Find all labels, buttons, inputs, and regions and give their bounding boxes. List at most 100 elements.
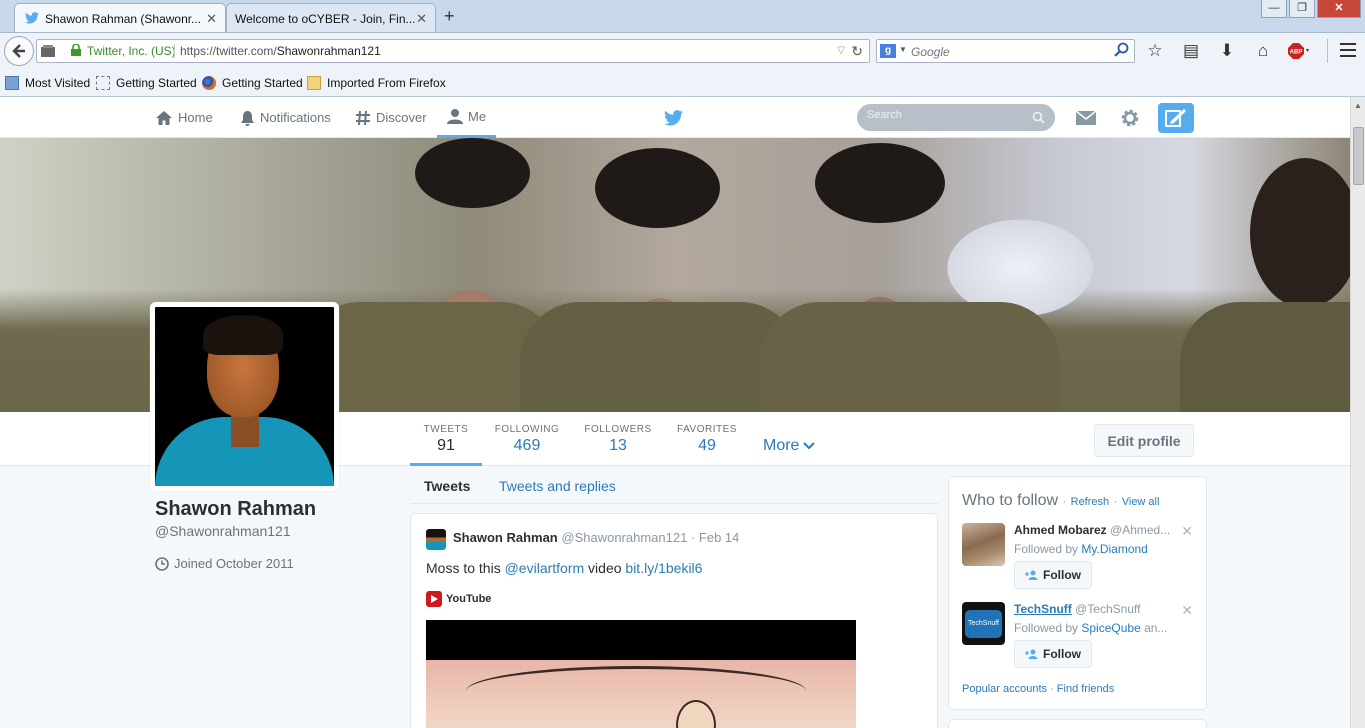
most-visited-icon bbox=[5, 76, 19, 90]
bookmark-most-visited[interactable]: Most Visited bbox=[5, 76, 90, 90]
window-controls: — ❐ ✕ bbox=[1261, 0, 1361, 18]
bookmarks-toolbar: Most Visited Getting Started Getting Sta… bbox=[0, 68, 1365, 97]
follow-button[interactable]: Follow bbox=[1014, 640, 1092, 668]
tweet-author-name[interactable]: Shawon Rahman bbox=[453, 530, 558, 545]
dismiss-icon[interactable]: ✕ bbox=[1181, 602, 1193, 619]
browser-navigation-bar: Twitter, Inc. (US) https://twitter.com/S… bbox=[0, 33, 1365, 68]
close-window-button[interactable]: ✕ bbox=[1317, 0, 1361, 18]
tweet-date[interactable]: Feb 14 bbox=[699, 530, 739, 545]
view-all-link[interactable]: View all bbox=[1122, 496, 1160, 508]
bookmark-star-icon[interactable]: ☆ bbox=[1144, 40, 1166, 62]
profile-avatar[interactable] bbox=[150, 302, 339, 491]
profile-handle[interactable]: @Shawonrahman121 bbox=[155, 523, 291, 539]
bookmark-imported-folder[interactable]: Imported From Firefox bbox=[307, 76, 446, 90]
twitter-bird-icon bbox=[25, 12, 39, 24]
search-icon[interactable] bbox=[1032, 111, 1045, 124]
tab-title: Shawon Rahman (Shawonr... bbox=[45, 12, 202, 26]
restore-button[interactable]: ❐ bbox=[1289, 0, 1315, 18]
new-tab-button[interactable]: + bbox=[444, 6, 455, 27]
svg-text:ABP: ABP bbox=[1290, 50, 1303, 56]
tab-close-icon[interactable]: ✕ bbox=[206, 11, 217, 27]
nav-notifications[interactable]: Notifications bbox=[240, 97, 331, 138]
bookmark-getting-started-1[interactable]: Getting Started bbox=[96, 76, 197, 90]
url-text[interactable]: https://twitter.com/Shawonrahman121 bbox=[180, 40, 381, 62]
scrollbar-thumb[interactable] bbox=[1353, 127, 1364, 185]
followed-by-link[interactable]: My.Diamond bbox=[1081, 542, 1147, 556]
settings-gear-icon[interactable] bbox=[1119, 107, 1141, 129]
tweet-url-link[interactable]: bit.ly/1bekil6 bbox=[625, 560, 702, 576]
firefox-icon bbox=[202, 76, 216, 90]
suggestion-handle[interactable]: @Ahmed... bbox=[1110, 523, 1170, 537]
engine-dropdown-icon[interactable]: ▼ bbox=[899, 45, 907, 54]
back-button[interactable] bbox=[4, 36, 34, 66]
tab-tweets-and-replies[interactable]: Tweets and replies bbox=[499, 478, 616, 494]
browser-search-input[interactable] bbox=[911, 43, 1111, 60]
clock-icon bbox=[155, 556, 169, 571]
tab-tweets[interactable]: Tweets bbox=[424, 478, 470, 494]
media-source[interactable]: YouTube bbox=[426, 591, 491, 607]
site-identity-label[interactable]: Twitter, Inc. (US) bbox=[87, 40, 176, 62]
nav-home[interactable]: Home bbox=[155, 97, 213, 138]
bookmark-getting-started-2[interactable]: Getting Started bbox=[202, 76, 303, 90]
popular-accounts-link[interactable]: Popular accounts bbox=[962, 683, 1047, 695]
find-friends-link[interactable]: Find friends bbox=[1057, 683, 1114, 695]
browser-search-box[interactable]: g ▼ bbox=[876, 39, 1135, 63]
browser-tab-bar: Shawon Rahman (Shawonr... ✕ Welcome to o… bbox=[0, 0, 1365, 33]
tab-title: Welcome to oCYBER - Join, Fin... bbox=[235, 12, 416, 26]
profile-name[interactable]: Shawon Rahman bbox=[155, 498, 316, 521]
nav-me[interactable]: Me bbox=[437, 97, 497, 138]
suggestion-avatar[interactable] bbox=[962, 523, 1005, 566]
lock-icon bbox=[71, 44, 81, 56]
minimize-button[interactable]: — bbox=[1261, 0, 1287, 18]
suggestion-handle[interactable]: @TechSnuff bbox=[1075, 602, 1140, 616]
refresh-link[interactable]: Refresh bbox=[1071, 496, 1110, 508]
suggestion-name[interactable]: TechSnuff bbox=[1014, 602, 1072, 616]
compose-tweet-button[interactable] bbox=[1158, 103, 1194, 133]
twitter-logo-icon[interactable] bbox=[664, 110, 683, 126]
dismiss-icon[interactable]: ✕ bbox=[1181, 523, 1193, 540]
google-engine-icon[interactable]: g bbox=[880, 44, 896, 58]
add-user-icon bbox=[1025, 570, 1038, 580]
followed-by-link[interactable]: SpiceQube bbox=[1081, 621, 1140, 635]
tweet-author-avatar[interactable] bbox=[426, 529, 446, 550]
tab-close-icon[interactable]: ✕ bbox=[416, 11, 427, 27]
twitter-search-input[interactable] bbox=[867, 109, 1027, 121]
compose-quill-icon bbox=[1165, 109, 1186, 127]
stat-favorites[interactable]: FAVORITES 49 bbox=[672, 412, 742, 466]
search-icon[interactable] bbox=[1114, 42, 1130, 58]
twitter-search-box[interactable] bbox=[857, 104, 1055, 131]
home-icon[interactable]: ⌂ bbox=[1252, 40, 1274, 62]
tweet-mention-link[interactable]: @evilartform bbox=[505, 560, 585, 576]
more-dropdown[interactable]: More bbox=[763, 437, 816, 455]
tab-twitter-profile[interactable]: Shawon Rahman (Shawonr... ✕ bbox=[14, 3, 226, 32]
nav-discover[interactable]: Discover bbox=[355, 97, 427, 138]
tweet-text: Moss to this @evilartform video bit.ly/1… bbox=[426, 560, 703, 576]
embedded-video[interactable] bbox=[426, 620, 856, 728]
address-bar[interactable]: Twitter, Inc. (US) https://twitter.com/S… bbox=[36, 39, 870, 63]
tab-ocyber[interactable]: Welcome to oCYBER - Join, Fin... ✕ bbox=[226, 3, 436, 32]
adblock-icon[interactable]: ABP bbox=[1288, 40, 1310, 62]
suggestion-avatar[interactable]: TechSnuff bbox=[962, 602, 1005, 645]
hamburger-menu-icon[interactable] bbox=[1340, 43, 1356, 57]
messages-envelope-icon[interactable] bbox=[1076, 110, 1096, 126]
stat-tweets[interactable]: TWEETS 91 bbox=[410, 412, 482, 466]
back-arrow-icon bbox=[12, 44, 25, 58]
stat-following[interactable]: FOLLOWING 469 bbox=[490, 412, 564, 466]
downloads-icon[interactable]: ⬇ bbox=[1216, 40, 1238, 62]
suggestion-name[interactable]: Ahmed Mobarez bbox=[1014, 523, 1107, 537]
tweet-author-handle[interactable]: @Shawonrahman121 bbox=[561, 530, 687, 545]
folder-icon bbox=[307, 76, 321, 90]
edit-profile-button[interactable]: Edit profile bbox=[1094, 424, 1194, 457]
timeline-tabs: Tweets Tweets and replies bbox=[410, 466, 938, 504]
page-scrollbar[interactable]: ▲ bbox=[1350, 97, 1365, 728]
scroll-up-icon[interactable]: ▲ bbox=[1354, 101, 1362, 110]
site-identity-icon bbox=[41, 45, 55, 57]
history-dropdown-icon[interactable]: ▽ bbox=[837, 40, 845, 62]
reload-icon[interactable]: ↻ bbox=[851, 40, 863, 62]
tweet-card[interactable]: Shawon Rahman @Shawonrahman121 · Feb 14 … bbox=[410, 513, 938, 728]
follow-button[interactable]: Follow bbox=[1014, 561, 1092, 589]
bookmarks-menu-icon[interactable]: ▤ bbox=[1180, 40, 1202, 62]
home-icon bbox=[156, 110, 172, 125]
stat-followers[interactable]: FOLLOWERS 13 bbox=[580, 412, 656, 466]
youtube-icon bbox=[426, 591, 442, 607]
